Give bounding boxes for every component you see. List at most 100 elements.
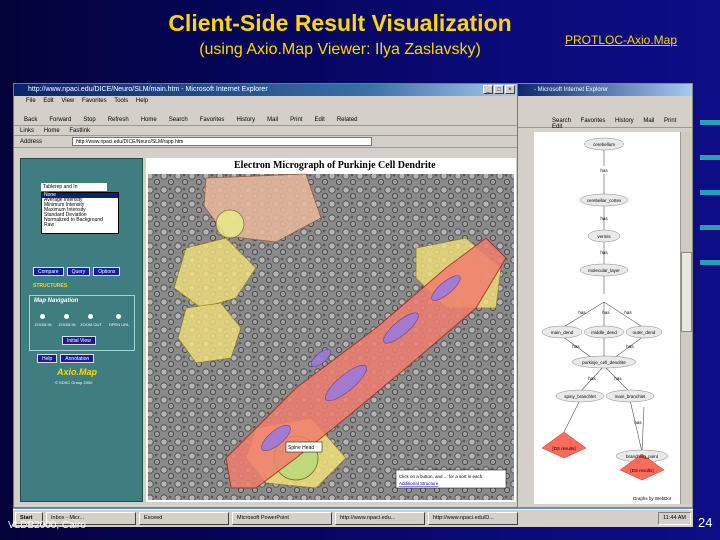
edit-button[interactable]: Edit (314, 117, 324, 123)
graph-result-1[interactable]: [DS results] (552, 446, 575, 451)
graph-node-5[interactable]: main_dend (551, 330, 574, 335)
favorites-button[interactable]: Favorites (200, 117, 225, 123)
graph-node-11[interactable]: branching_point (626, 454, 659, 459)
open-url-radio[interactable] (116, 314, 121, 319)
query-button[interactable]: Query (66, 267, 91, 276)
action-buttons: Compare Query Options (33, 267, 121, 276)
graph-edge-6: has (624, 310, 632, 315)
list-item[interactable]: Raw (42, 223, 118, 228)
slide-title: Client-Side Result Visualization (168, 10, 512, 36)
address-bar: Address http://www.npaci.edu/DICE/Neuro/… (14, 136, 517, 148)
compare-button[interactable]: Compare (33, 267, 64, 276)
graph-node-7[interactable]: outer_dend (633, 330, 656, 335)
micrograph-viewer: Electron Micrograph of Purkinje Cell Den… (146, 158, 516, 502)
options-button[interactable]: Options (93, 267, 121, 276)
taskbar-item-browser-2[interactable]: http://www.npaci.edu/D... (428, 512, 518, 525)
menu-tools[interactable]: Tools (114, 98, 128, 104)
graph-canvas: cerebellum has cerebellar_cortex has ver… (534, 132, 680, 504)
zoom-in-radio-2[interactable] (64, 314, 69, 319)
graph-edge-8: has (626, 344, 634, 349)
main-menubar: File Edit View Favorites Tools Help (14, 96, 517, 106)
graph-node-6[interactable]: middle_dend (591, 330, 617, 335)
main-browser-window: http://www.npaci.edu/DICE/Neuro/SLM/main… (13, 83, 518, 508)
viewer-note: Click on a button, and ... for a sort in… (399, 474, 483, 479)
region-small-yellow[interactable] (215, 209, 245, 239)
link-fastlink[interactable]: Fastlink (69, 128, 90, 134)
statistic-list[interactable]: None Average Intensity Minimum Intensity… (41, 192, 119, 234)
axiomap-logo-caption: © SDSC Group 2000 (55, 380, 93, 385)
search-button[interactable]: Search (169, 117, 188, 123)
mail-button[interactable]: Mail (267, 117, 278, 123)
graph-window-toolbar[interactable]: Search Favorites History Mail Print Edit (514, 106, 692, 130)
initial-view-button[interactable]: Initial View (62, 336, 96, 345)
structures-label[interactable]: STRUCTURES (33, 283, 67, 289)
axiomap-logo: Axio.Map (57, 367, 98, 377)
zoom-out-label: ZOOM OUT (80, 322, 102, 327)
graph-edge-5: has (602, 310, 610, 315)
map-navigation: Map Navigation ZOOM IN ZOOM IN ZOOM OUT … (29, 295, 135, 351)
graph-node-9[interactable]: spiny_branchlet (564, 394, 596, 399)
taskbar-item-powerpoint[interactable]: Microsoft PowerPoint (232, 512, 332, 525)
menu-help[interactable]: Help (136, 98, 148, 104)
graph-browser-window: - Microsoft Internet Explorer Search Fav… (513, 83, 693, 508)
refresh-button[interactable]: Refresh (108, 117, 129, 123)
main-window-title: http://www.npaci.edu/DICE/Neuro/SLM/main… (28, 86, 268, 93)
micrograph-image[interactable]: Spine Head Click on a button, and ... fo… (146, 158, 516, 502)
zoom-in-radio[interactable] (40, 314, 45, 319)
help-row: Help Annotation (37, 354, 95, 363)
page-number: 24 (698, 515, 713, 530)
graph-scrollbar[interactable] (680, 132, 692, 504)
layer-dropdown[interactable]: Tablerep and In (41, 183, 107, 191)
links-bar: Links Home Fastlink (14, 126, 517, 136)
graph-node-8[interactable]: purkinje_cell_dendrite (582, 360, 626, 365)
graph-edge-9: has (588, 376, 596, 381)
windows-taskbar: Start Inbox - Micr... Exceed Microsoft P… (13, 509, 693, 527)
graph-node-10[interactable]: main_branchlet (615, 394, 647, 399)
taskbar-item-browser-1[interactable]: http://www.npaci.edu... (335, 512, 425, 525)
close-button[interactable]: × (505, 85, 515, 94)
slide-subtitle: (using Axio.Map Viewer: Ilya Zaslavsky) (199, 41, 481, 58)
graph-edge-11: has (634, 420, 642, 425)
stop-button[interactable]: Stop (83, 117, 95, 123)
additional-structure-link[interactable]: Additional Structure (399, 481, 439, 486)
graph-edge-3: has (600, 250, 608, 255)
decorative-bars (700, 120, 720, 295)
axiomap-control-panel: Tablerep and In None Average Intensity M… (20, 158, 143, 502)
menu-file[interactable]: File (26, 98, 36, 104)
graph-credit: Graphs by WebDot (633, 496, 672, 501)
taskbar-item-exceed[interactable]: Exceed (139, 512, 229, 525)
menu-view[interactable]: View (61, 98, 74, 104)
graph-window-titlebar: - Microsoft Internet Explorer (514, 84, 692, 96)
zoom-in-label: ZOOM IN (34, 322, 52, 327)
zoom-out-radio[interactable] (88, 314, 93, 319)
protloc-link[interactable]: PROTLOC-Axio.Map (565, 33, 677, 47)
maximize-button[interactable]: □ (494, 85, 504, 94)
graph-node-1[interactable]: cerebellum (593, 142, 615, 147)
back-button[interactable]: Back (24, 117, 37, 123)
minimize-button[interactable]: _ (483, 85, 493, 94)
help-button[interactable]: Help (37, 354, 58, 363)
map-nav-title: Map Navigation (34, 298, 79, 304)
annotation-button[interactable]: Annotation (60, 354, 95, 363)
main-toolbar: Back Forward Stop Refresh Home Search Fa… (14, 106, 517, 126)
spine-head-label: Spine Head (288, 445, 314, 451)
address-input[interactable]: http://www.npaci.edu/DICE/Neuro/SLM/rapp… (72, 137, 373, 146)
history-button[interactable]: History (236, 117, 255, 123)
graph-edge-2: has (600, 216, 608, 221)
graph-node-4[interactable]: molecular_layer (588, 268, 620, 273)
graph-result-2[interactable]: [DS results] (630, 468, 653, 473)
related-button[interactable]: Related (337, 117, 358, 123)
links-label: Links (20, 128, 35, 134)
graph-node-3[interactable]: vermis (597, 234, 611, 239)
forward-button[interactable]: Forward (49, 117, 71, 123)
graph-edge-4: has (578, 310, 586, 315)
ontology-graph: cerebellum has cerebellar_cortex has ver… (541, 137, 672, 501)
home-button[interactable]: Home (141, 117, 157, 123)
main-window-titlebar: http://www.npaci.edu/DICE/Neuro/SLM/main… (14, 84, 517, 96)
graph-edge-1: has (600, 168, 608, 173)
graph-node-2[interactable]: cerebellar_cortex (587, 198, 622, 203)
menu-favorites[interactable]: Favorites (82, 98, 107, 104)
link-home[interactable]: Home (44, 128, 60, 134)
menu-edit[interactable]: Edit (43, 98, 53, 104)
print-button[interactable]: Print (290, 117, 302, 123)
